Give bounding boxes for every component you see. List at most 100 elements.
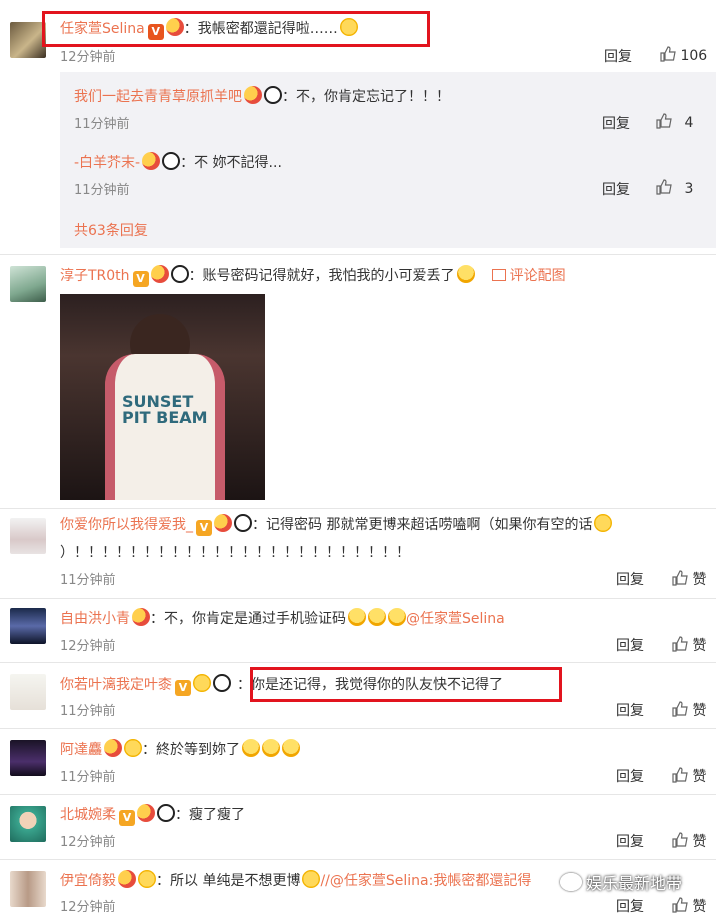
comment-photo[interactable]: SUNSET PIT BEAM (60, 294, 265, 500)
reply-button[interactable]: 回复 (616, 766, 644, 786)
like-label: 赞 (692, 769, 707, 785)
crying-emoji-icon (388, 608, 406, 626)
crying-emoji-icon (368, 608, 386, 626)
username-link[interactable]: 你若叶漓我定叶桼 (60, 677, 172, 693)
more-replies-link[interactable]: 共63条回复 (74, 220, 148, 240)
reply-button[interactable]: 回复 (616, 896, 644, 916)
divider (0, 859, 716, 860)
mention-link[interactable]: //@任家萱Selina:我帳密都還記得 (320, 873, 531, 889)
panda-icon (264, 86, 282, 104)
fan-badge-icon (244, 86, 262, 104)
divider (0, 794, 716, 795)
crying-emoji-icon (348, 608, 366, 626)
highlight-box (250, 667, 562, 702)
reply-button[interactable]: 回复 (616, 635, 644, 655)
thumbs-up-icon (672, 636, 688, 652)
divider (0, 254, 716, 255)
thumbs-up-icon (672, 570, 688, 586)
image-icon (491, 269, 506, 281)
thumbs-up-icon (656, 113, 672, 129)
timestamp: 12分钟前 (60, 50, 116, 65)
panda-icon (234, 514, 252, 532)
like-button[interactable]: 赞 (672, 896, 706, 916)
reply-text: ：不 妳不記得... (180, 155, 282, 171)
reply-button[interactable]: 回复 (616, 831, 644, 851)
username-link[interactable]: -白羊芥末- (74, 155, 140, 171)
reply-button[interactable]: 回复 (616, 700, 644, 720)
thumbs-up-icon (656, 179, 672, 195)
comment-header: 自由洪小青 ：不，你肯定是通过手机验证码 @任家萱Selina (60, 608, 505, 628)
like-count: 4 (684, 115, 694, 131)
comment-header: 伊宜倚毅 ：所以 单纯是不想更博 //@任家萱Selina:我帳密都還記得 (60, 870, 531, 890)
like-button[interactable]: 106 (660, 46, 707, 64)
comment-header: 你爱你所以我得爱我_ V ：记得密码 那就常更博来超话唠嗑啊（如果你有空的话 (60, 514, 613, 536)
fan-badge-icon (104, 739, 122, 757)
thumbs-up-icon (672, 897, 688, 913)
username-link[interactable]: 你爱你所以我得爱我_ (60, 517, 193, 533)
like-label: 赞 (692, 703, 707, 719)
emoji-icon (594, 514, 613, 532)
username-link[interactable]: 我们一起去青青草原抓羊吧 (74, 89, 242, 105)
username-link[interactable]: 自由洪小青 (60, 611, 130, 627)
avatar[interactable] (10, 608, 46, 644)
avatar[interactable] (10, 740, 46, 776)
timestamp: 12分钟前 (60, 835, 116, 850)
avatar[interactable] (10, 22, 46, 58)
reply-header: -白羊芥末- ：不 妳不記得... (74, 152, 282, 172)
fan-badge-icon (142, 152, 161, 170)
like-button[interactable]: 3 (656, 179, 693, 197)
comment-text: ：瘦了瘦了 (175, 807, 245, 823)
avatar[interactable] (10, 806, 46, 842)
fan-badge-icon (214, 514, 232, 532)
username-link[interactable]: 阿達麤 (60, 742, 102, 758)
medal-icon (138, 870, 156, 888)
medal-icon (124, 739, 142, 757)
thumbs-up-icon (660, 46, 676, 62)
reply-header: 我们一起去青青草原抓羊吧 ：不，你肯定忘记了！！！ (74, 86, 450, 106)
crying-emoji-icon (282, 739, 300, 757)
comment-image-link[interactable]: 评论配图 (491, 268, 566, 284)
divider (0, 598, 716, 599)
scared-emoji-icon (456, 265, 475, 283)
timestamp: 11分钟前 (60, 704, 116, 719)
popcorn-icon (193, 674, 211, 692)
verified-icon: V (175, 680, 191, 696)
like-button[interactable]: 赞 (672, 700, 706, 720)
reply-button[interactable]: 回复 (616, 569, 644, 589)
crying-emoji-icon (262, 739, 280, 757)
like-count: 3 (684, 181, 694, 197)
fan-badge-icon (137, 804, 155, 822)
avatar[interactable] (10, 871, 46, 907)
username-link[interactable]: 淳子TR0th (60, 268, 130, 284)
mention-link[interactable]: @任家萱Selina (406, 611, 505, 627)
reply-button[interactable]: 回复 (604, 46, 632, 66)
like-button[interactable]: 赞 (672, 569, 706, 589)
verified-icon: V (132, 271, 149, 287)
username-link[interactable]: 伊宜倚毅 (60, 873, 116, 889)
panda-icon (170, 265, 189, 283)
avatar[interactable] (10, 518, 46, 554)
thumbs-up-icon (672, 832, 688, 848)
like-label: 赞 (692, 638, 707, 654)
wechat-icon (560, 873, 582, 891)
like-button[interactable]: 赞 (672, 635, 706, 655)
reply-button[interactable]: 回复 (602, 179, 630, 199)
avatar[interactable] (10, 266, 46, 302)
panda-icon (157, 804, 175, 822)
timestamp: 11分钟前 (60, 573, 116, 588)
reply-button[interactable]: 回复 (602, 113, 630, 133)
like-button[interactable]: 赞 (672, 766, 706, 786)
username-link[interactable]: 北城婉柔 (60, 807, 116, 823)
watermark: 娱乐最新地带 (560, 870, 682, 894)
comment-text: ：账号密码记得就好，我怕我的小可爱丢了 (188, 268, 455, 284)
comment-header: 淳子TR0th V ：账号密码记得就好，我怕我的小可爱丢了 评论配图 (60, 265, 566, 287)
divider (0, 662, 716, 663)
fan-badge-icon (118, 870, 136, 888)
like-button[interactable]: 赞 (672, 831, 706, 851)
avatar[interactable] (10, 674, 46, 710)
fan-badge-icon (132, 608, 150, 626)
like-button[interactable]: 4 (656, 113, 693, 131)
thumbs-up-icon (672, 701, 688, 717)
shirt-text: SUNSET PIT BEAM (122, 392, 208, 427)
emoji-icon (302, 870, 321, 888)
